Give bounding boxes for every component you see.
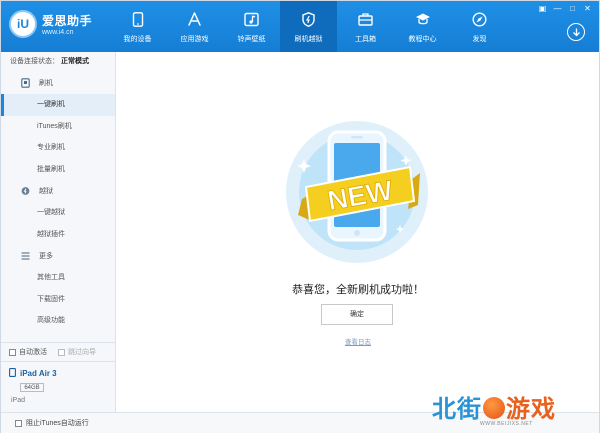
phone-icon	[130, 11, 146, 27]
basketball-icon	[483, 397, 505, 419]
device-type: iPad	[11, 397, 26, 404]
sidebar-options: 自动激活 跳过向导	[1, 342, 115, 362]
flash-jailbreak-icon	[301, 11, 317, 27]
nav-label: 工具箱	[355, 36, 376, 43]
sidebar-group-flash[interactable]: 刷机	[1, 72, 115, 94]
close-button[interactable]: ✕	[582, 4, 593, 14]
block-itunes-checkbox[interactable]	[15, 419, 22, 427]
sidebar-item-batch-flash[interactable]: 批量刷机	[1, 159, 115, 181]
watermark-logo: 北街 游戏 WWW.BEIJIXS.NET	[432, 389, 582, 429]
nav-label: 铃声壁纸	[237, 36, 266, 43]
sidebar-item-one-click-jailbreak[interactable]: 一键越狱	[1, 202, 115, 224]
sidebar-item-pro-flash[interactable]: 专业刷机	[1, 137, 115, 159]
skip-guide-checkbox[interactable]	[58, 348, 65, 356]
window-controls: ▣ — □ ✕	[537, 4, 593, 14]
nav-flash-jailbreak[interactable]: 刷机越狱	[280, 1, 337, 52]
sidebar-item-advanced[interactable]: 高级功能	[1, 310, 115, 332]
more-icon	[21, 252, 30, 261]
nav-label: 刷机越狱	[294, 36, 323, 43]
skin-icon[interactable]: ▣	[537, 4, 548, 14]
watermark-part1: 北街	[432, 396, 482, 423]
sidebar-item-other-tools[interactable]: 其他工具	[1, 267, 115, 289]
nav-label: 我的设备	[123, 36, 152, 43]
sidebar-item-jailbreak-plugins[interactable]: 越狱插件	[1, 224, 115, 246]
download-icon[interactable]	[567, 23, 585, 41]
nav-ringtones-wallpapers[interactable]: 铃声壁纸	[223, 1, 280, 52]
block-itunes-label: 阻止iTunes自动运行	[26, 420, 89, 427]
nav-tutorials[interactable]: 教程中心	[394, 1, 451, 52]
logo-name: 爱思助手	[42, 14, 93, 28]
app-logo: iU 爱思助手 www.i4.cn	[9, 10, 99, 42]
sidebar-group-jailbreak[interactable]: 越狱	[1, 180, 115, 202]
sidebar-group-more[interactable]: 更多	[1, 245, 115, 267]
sidebar-group-label: 越狱	[39, 188, 53, 195]
tablet-icon	[9, 368, 16, 379]
auto-activate-checkbox[interactable]	[9, 348, 16, 356]
auto-activate-label: 自动激活	[19, 349, 47, 356]
music-wallpaper-icon	[244, 11, 260, 27]
nav-label: 应用游戏	[180, 36, 209, 43]
jailbreak-icon	[21, 187, 30, 196]
header-bar: iU 爱思助手 www.i4.cn 我的设备 应用游戏 铃声壁纸 刷机越狱 工具…	[1, 1, 599, 52]
success-illustration: NEW	[282, 117, 432, 267]
sidebar-group-label: 更多	[39, 253, 53, 260]
main-content: NEW 恭喜您，全新刷机成功啦！ 确定 查看日志	[117, 52, 599, 412]
watermark-url: WWW.BEIJIXS.NET	[480, 421, 533, 427]
connection-status-label: 设备连接状态：	[10, 58, 59, 65]
nav-label: 教程中心	[408, 36, 437, 43]
sidebar-item-itunes-flash[interactable]: iTunes刷机	[1, 116, 115, 138]
skip-guide-label: 跳过向导	[68, 349, 96, 356]
toolbox-icon	[358, 11, 374, 27]
main-nav: 我的设备 应用游戏 铃声壁纸 刷机越狱 工具箱 教程中心 发现	[109, 1, 508, 52]
auto-activate-option[interactable]: 自动激活	[9, 347, 47, 357]
sidebar: 设备连接状态： 正常模式 刷机 一键刷机 iTunes刷机 专业刷机 批量刷机 越…	[1, 52, 116, 412]
connection-status-value: 正常模式	[61, 58, 89, 65]
maximize-button[interactable]: □	[567, 4, 578, 14]
connection-status: 设备连接状态： 正常模式	[1, 52, 115, 72]
flash-icon	[21, 78, 30, 88]
sidebar-group-label: 刷机	[39, 80, 53, 87]
app-store-icon	[187, 11, 203, 27]
logo-url: www.i4.cn	[42, 29, 74, 36]
sidebar-item-one-click-flash[interactable]: 一键刷机	[1, 94, 115, 116]
graduation-cap-icon	[415, 11, 431, 27]
minimize-button[interactable]: —	[552, 4, 563, 14]
watermark-part2: 游戏	[506, 396, 556, 423]
skip-guide-option[interactable]: 跳过向导	[58, 347, 96, 357]
nav-toolbox[interactable]: 工具箱	[337, 1, 394, 52]
compass-icon	[472, 11, 488, 27]
logo-badge-icon: iU	[9, 10, 37, 38]
nav-my-device[interactable]: 我的设备	[109, 1, 166, 52]
device-name: iPad Air 3	[20, 369, 57, 378]
app-window: iU 爱思助手 www.i4.cn 我的设备 应用游戏 铃声壁纸 刷机越狱 工具…	[0, 0, 600, 433]
nav-label: 发现	[472, 36, 487, 43]
device-info: iPad Air 3 64GB iPad	[9, 368, 109, 404]
nav-apps-games[interactable]: 应用游戏	[166, 1, 223, 52]
sidebar-item-download-firmware[interactable]: 下载固件	[1, 289, 115, 311]
ok-button[interactable]: 确定	[321, 304, 393, 325]
device-capacity: 64GB	[20, 383, 44, 392]
watermark-text: 北街 游戏	[432, 389, 556, 424]
success-message: 恭喜您，全新刷机成功啦！	[292, 284, 424, 296]
view-log-link[interactable]: 查看日志	[117, 336, 599, 346]
nav-discover[interactable]: 发现	[451, 1, 508, 52]
device-name-row: iPad Air 3	[9, 368, 109, 379]
